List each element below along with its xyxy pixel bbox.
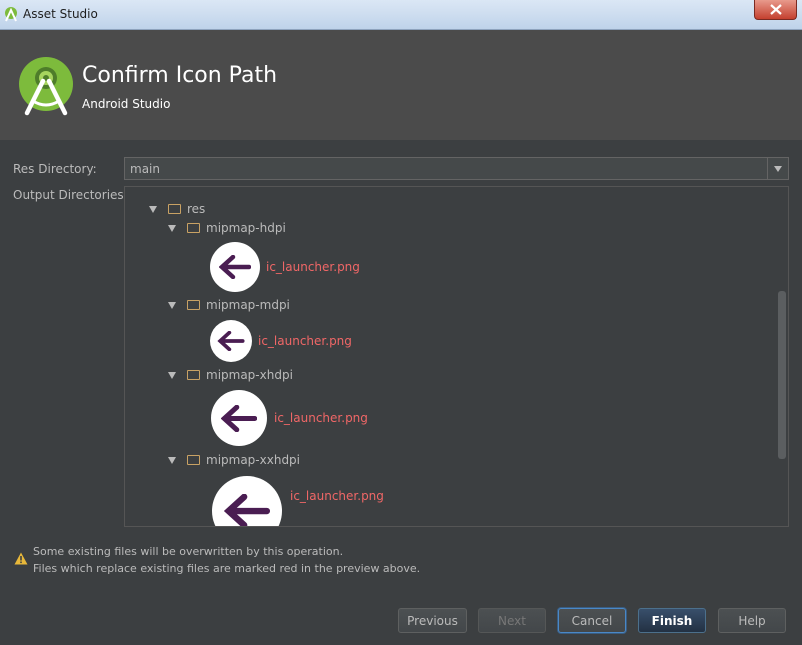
tree-node-res[interactable]: res [149, 200, 205, 218]
file-item-xhdpi[interactable]: ic_launcher.png [211, 390, 368, 446]
expand-arrow-icon[interactable] [168, 456, 176, 464]
tree-node-label: mipmap-xxhdpi [206, 453, 301, 467]
tree-node-label: mipmap-hdpi [206, 221, 286, 235]
finish-button[interactable]: Finish [638, 608, 706, 633]
wizard-header: Confirm Icon Path Android Studio [0, 30, 802, 140]
tree-node-mipmap-xxhdpi[interactable]: mipmap-xxhdpi [168, 451, 300, 469]
asset-studio-window: Asset Studio Confirm Icon Path Android S… [0, 0, 802, 645]
expand-arrow-icon[interactable] [168, 371, 176, 379]
file-name-overwritten: ic_launcher.png [258, 334, 352, 348]
window-title: Asset Studio [23, 7, 98, 21]
warning-icon [14, 552, 28, 565]
warning-message-line-2: Files which replace existing files are m… [33, 562, 421, 575]
page-subtitle: Android Studio [82, 97, 171, 111]
expand-arrow-icon[interactable] [168, 224, 176, 232]
folder-icon [168, 204, 181, 214]
file-item-mdpi[interactable]: ic_launcher.png [210, 320, 352, 362]
tree-node-label: mipmap-xhdpi [206, 368, 293, 382]
close-icon [770, 4, 782, 15]
output-directories-tree[interactable]: res mipmap-hdpi ic_launcher.png mipmap-m… [124, 186, 789, 527]
android-studio-small-icon [5, 7, 17, 22]
title-bar: Asset Studio [0, 0, 802, 30]
android-studio-logo-icon [19, 57, 73, 116]
launcher-preview-icon [211, 390, 267, 446]
help-button[interactable]: Help [718, 608, 786, 633]
tree-scrollbar[interactable] [778, 291, 786, 459]
tree-node-mipmap-xhdpi[interactable]: mipmap-xhdpi [168, 366, 293, 384]
file-item-xxhdpi[interactable]: ic_launcher.png [212, 476, 384, 526]
file-name-overwritten: ic_launcher.png [274, 411, 368, 425]
folder-icon [187, 455, 200, 465]
folder-icon [187, 223, 200, 233]
dropdown-button[interactable] [767, 158, 788, 179]
launcher-preview-icon [210, 320, 252, 362]
cancel-button[interactable]: Cancel [558, 608, 626, 633]
tree-node-mipmap-mdpi[interactable]: mipmap-mdpi [168, 296, 290, 314]
launcher-preview-icon [212, 476, 282, 526]
tree-node-label: res [187, 202, 206, 216]
warning-message-line-1: Some existing files will be overwritten … [33, 545, 344, 558]
tree-node-label: mipmap-mdpi [206, 298, 290, 312]
chevron-down-icon [774, 165, 782, 172]
file-item-hdpi[interactable]: ic_launcher.png [210, 242, 360, 292]
tree-node-mipmap-hdpi[interactable]: mipmap-hdpi [168, 219, 286, 237]
file-name-overwritten: ic_launcher.png [266, 260, 360, 274]
folder-icon [187, 370, 200, 380]
launcher-preview-icon [210, 242, 260, 292]
close-button[interactable] [754, 0, 797, 20]
res-directory-label: Res Directory: [13, 162, 97, 176]
folder-icon [187, 300, 200, 310]
previous-button[interactable]: Previous [398, 608, 467, 633]
expand-arrow-icon[interactable] [149, 205, 157, 213]
page-title: Confirm Icon Path [82, 63, 278, 88]
expand-arrow-icon[interactable] [168, 301, 176, 309]
res-directory-select[interactable]: main [124, 157, 789, 180]
next-button[interactable]: Next [478, 608, 546, 633]
res-directory-value: main [130, 162, 160, 176]
output-directories-label: Output Directories: [13, 188, 128, 202]
file-name-overwritten: ic_launcher.png [290, 489, 384, 503]
